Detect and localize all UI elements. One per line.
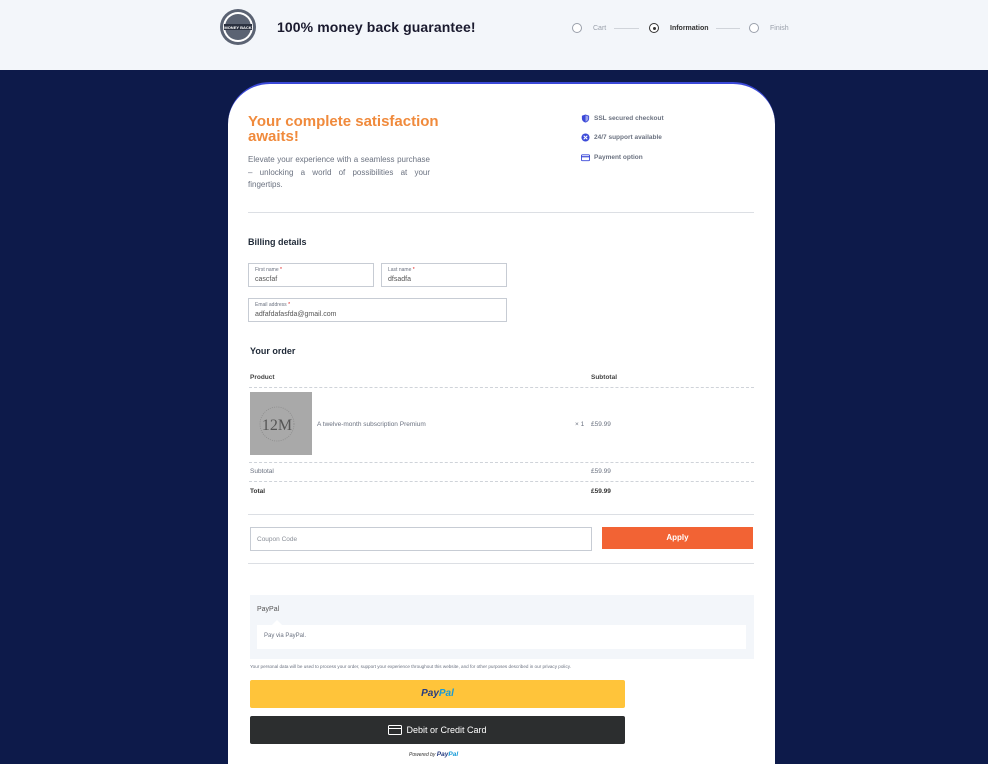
card-button-label: Debit or Credit Card bbox=[406, 725, 487, 735]
subtotal-value: £59.99 bbox=[591, 468, 611, 475]
step-information-label: Information bbox=[670, 24, 709, 32]
order-title: Your order bbox=[250, 346, 296, 356]
support-icon bbox=[581, 133, 590, 142]
email-field[interactable]: Email address * adfafdafasfda@gmail.com bbox=[248, 298, 507, 322]
last-name-value: dfsadfa bbox=[388, 276, 411, 283]
debit-credit-card-button[interactable]: Debit or Credit Card bbox=[250, 716, 625, 744]
last-name-label: Last name * bbox=[388, 267, 415, 273]
step-finish-label: Finish bbox=[770, 24, 789, 32]
divider bbox=[248, 212, 754, 213]
paypal-logo-part2: Pal bbox=[438, 688, 454, 699]
step-finish-circle-icon bbox=[749, 23, 759, 33]
payment-method-label[interactable]: PayPal bbox=[257, 606, 279, 613]
feature-support: 24/7 support available bbox=[581, 133, 662, 142]
powered-by-paypal: Powered by PayPal bbox=[409, 751, 459, 758]
product-qty: × 1 bbox=[575, 421, 585, 428]
credit-card-icon bbox=[388, 725, 403, 735]
card-icon bbox=[581, 153, 590, 162]
paypal-button[interactable]: PayPal bbox=[250, 680, 625, 708]
table-divider bbox=[249, 462, 754, 463]
feature-ssl: SSL secured checkout bbox=[581, 114, 664, 123]
guarantee-heading: 100% money back guarantee! bbox=[277, 19, 476, 35]
step-finish[interactable]: Finish bbox=[749, 23, 789, 33]
first-name-field[interactable]: First name * cascfaf bbox=[248, 263, 374, 287]
apply-coupon-button[interactable]: Apply bbox=[602, 527, 753, 549]
shield-icon bbox=[581, 114, 590, 123]
step-connector bbox=[614, 28, 639, 29]
badge-text: MONEY BACK bbox=[224, 25, 251, 30]
column-header-subtotal: Subtotal bbox=[591, 374, 617, 381]
product-name: A twelve-month subscription Premium bbox=[317, 421, 426, 428]
product-thumbnail-text: 12M bbox=[262, 417, 292, 434]
coupon-input[interactable]: Coupon Code bbox=[250, 527, 592, 551]
email-label: Email address * bbox=[255, 302, 291, 308]
product-thumbnail: 12M bbox=[250, 392, 312, 455]
column-header-product: Product bbox=[250, 374, 275, 381]
billing-title: Billing details bbox=[248, 237, 307, 247]
hero-subcopy: Elevate your experience with a seamless … bbox=[248, 155, 430, 189]
step-information[interactable]: Information bbox=[649, 23, 709, 33]
hero-headline: Your complete satisfaction awaits! bbox=[248, 113, 439, 145]
first-name-value: cascfaf bbox=[255, 276, 278, 283]
first-name-label: First name * bbox=[255, 267, 282, 273]
paypal-logo-part1: Pay bbox=[421, 688, 439, 699]
top-bar bbox=[0, 0, 988, 70]
table-divider bbox=[249, 481, 754, 482]
divider bbox=[248, 514, 754, 515]
product-price: £59.99 bbox=[591, 421, 611, 428]
feature-ssl-label: SSL secured checkout bbox=[594, 115, 664, 122]
total-label: Total bbox=[250, 488, 266, 495]
subtotal-label: Subtotal bbox=[250, 468, 274, 475]
table-divider bbox=[249, 387, 754, 388]
money-back-badge-icon: MONEY BACK bbox=[219, 8, 257, 46]
step-information-circle-icon bbox=[649, 23, 659, 33]
step-cart-circle-icon bbox=[572, 23, 582, 33]
step-cart[interactable]: Cart bbox=[572, 23, 606, 33]
step-cart-label: Cart bbox=[593, 24, 607, 32]
divider bbox=[248, 563, 754, 564]
feature-payment-label: Payment option bbox=[594, 154, 643, 161]
total-value: £59.99 bbox=[591, 488, 611, 495]
privacy-notice: Your personal data will be used to proce… bbox=[250, 664, 571, 669]
feature-support-label: 24/7 support available bbox=[594, 134, 662, 141]
last-name-field[interactable]: Last name * dfsadfa bbox=[381, 263, 507, 287]
feature-payment: Payment option bbox=[581, 153, 643, 162]
email-value: adfafdafasfda@gmail.com bbox=[255, 311, 337, 318]
step-connector bbox=[716, 28, 740, 29]
payment-method-description: Pay via PayPal. bbox=[257, 625, 746, 649]
